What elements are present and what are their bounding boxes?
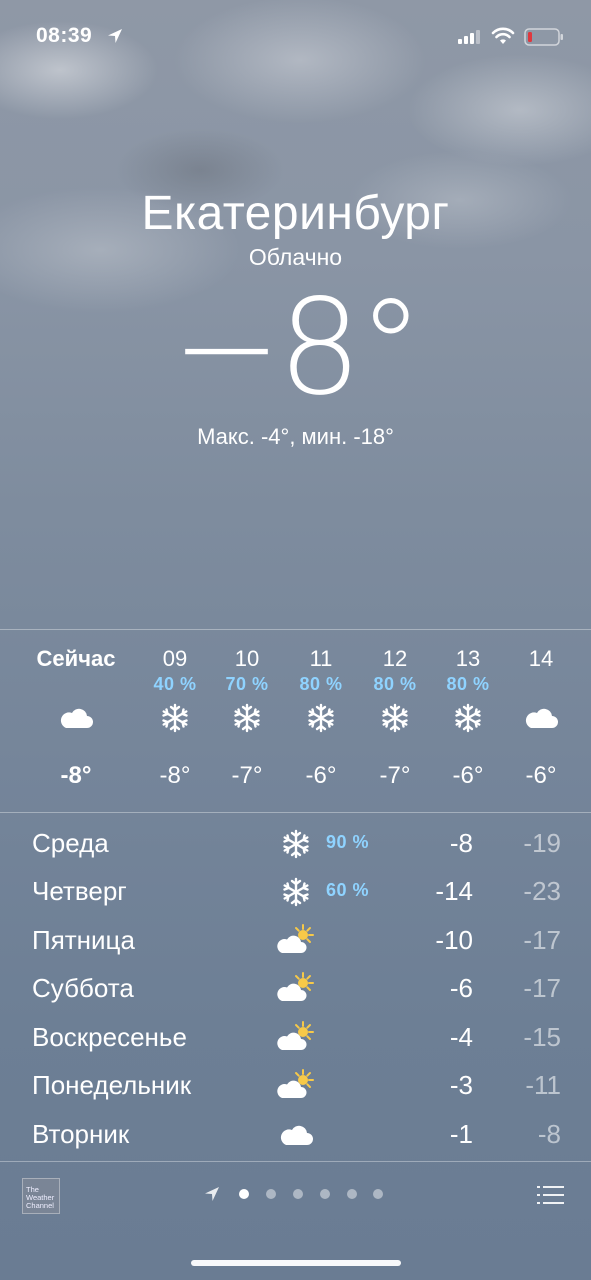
location-arrow-icon bbox=[108, 29, 122, 43]
day-name: Пятница bbox=[32, 925, 135, 955]
day-min-temp: -19 bbox=[523, 828, 561, 858]
snowflake-icon bbox=[234, 703, 260, 733]
day-name: Вторник bbox=[32, 1119, 130, 1149]
wifi-icon bbox=[491, 27, 515, 44]
status-time: 08:39 bbox=[36, 24, 93, 47]
snowflake-icon bbox=[162, 703, 188, 733]
day-max-temp: -10 bbox=[435, 925, 473, 955]
partly-sunny-icon bbox=[277, 1021, 314, 1050]
location-arrow-icon bbox=[205, 1187, 219, 1201]
page-dot[interactable] bbox=[320, 1189, 330, 1199]
hour-temp: -6° bbox=[525, 762, 557, 789]
day-max-temp: -8 bbox=[449, 828, 473, 858]
battery-low-icon bbox=[524, 28, 563, 46]
city-name: Екатеринбург bbox=[141, 187, 450, 240]
daily-row: Вторник -1 -8 bbox=[0, 1111, 591, 1159]
divider bbox=[0, 812, 591, 813]
day-max-temp: -3 bbox=[449, 1070, 473, 1100]
snowflake-icon bbox=[455, 703, 481, 733]
day-name: Среда bbox=[32, 828, 109, 858]
hour-label: Сейчас bbox=[36, 646, 116, 671]
day-min-temp: -11 bbox=[525, 1070, 561, 1100]
day-min-temp: -23 bbox=[523, 876, 561, 906]
current-temperature: −8° bbox=[171, 271, 424, 425]
snowflake-icon bbox=[283, 829, 309, 859]
snowflake-icon bbox=[308, 703, 334, 733]
daily-row: Среда 90 % -8 -19 bbox=[0, 820, 591, 868]
day-max-temp: -1 bbox=[449, 1119, 473, 1149]
day-max-temp: -14 bbox=[435, 876, 473, 906]
day-min-temp: -15 bbox=[523, 1022, 561, 1052]
home-indicator[interactable] bbox=[191, 1260, 401, 1266]
partly-sunny-icon bbox=[277, 924, 314, 953]
day-min-temp: -17 bbox=[523, 925, 561, 955]
hour-label: 14 bbox=[528, 646, 554, 671]
hourly-forecast[interactable]: Сейчас -8° 09 40 % -8° 10 70 % -7° 11 80… bbox=[0, 630, 591, 812]
page-dot[interactable] bbox=[347, 1189, 357, 1199]
day-name: Понедельник bbox=[32, 1070, 192, 1100]
page-dot[interactable] bbox=[239, 1189, 249, 1199]
day-max-temp: -4 bbox=[449, 1022, 473, 1052]
cloud-icon bbox=[525, 708, 558, 728]
day-min-temp: -17 bbox=[523, 973, 561, 1003]
snowflake-icon bbox=[283, 877, 309, 907]
day-precip: 60 % bbox=[326, 880, 370, 900]
divider bbox=[0, 1161, 591, 1162]
day-name: Суббота bbox=[32, 973, 134, 1003]
hour-temp: -8° bbox=[60, 762, 92, 789]
daily-row: Четверг 60 % -14 -23 bbox=[0, 868, 591, 916]
day-name: Воскресенье bbox=[32, 1022, 187, 1052]
hour-item: Сейчас -8° bbox=[26, 630, 126, 812]
day-min-temp: -8 bbox=[537, 1119, 561, 1149]
twc-logo-icon[interactable]: The Weather Channel bbox=[22, 1178, 60, 1214]
daily-row: Воскресенье -4 -15 bbox=[0, 1014, 591, 1062]
twc-logo-text: The Weather Channel bbox=[26, 1185, 55, 1210]
page-dot[interactable] bbox=[373, 1189, 383, 1199]
day-precip: 90 % bbox=[326, 832, 370, 852]
day-max-temp: -6 bbox=[449, 973, 473, 1003]
hi-lo-temperature: Макс. -4°, мин. -18° bbox=[197, 424, 394, 449]
page-dot[interactable] bbox=[293, 1189, 303, 1199]
page-dot[interactable] bbox=[266, 1189, 276, 1199]
partly-sunny-icon bbox=[277, 972, 314, 1001]
daily-row: Пятница -10 -17 bbox=[0, 917, 591, 965]
cloud-icon bbox=[280, 1125, 313, 1145]
cloud-icon bbox=[60, 708, 93, 728]
daily-row: Суббота -6 -17 bbox=[0, 965, 591, 1013]
snowflake-icon bbox=[382, 703, 408, 733]
daily-row: Понедельник -3 -11 bbox=[0, 1062, 591, 1110]
status-bar: 08:39 bbox=[0, 24, 591, 54]
signal-icon bbox=[458, 30, 480, 44]
current-condition: Облачно bbox=[248, 244, 343, 270]
partly-sunny-icon bbox=[277, 1069, 314, 1098]
page-indicator[interactable] bbox=[204, 1186, 394, 1202]
list-icon[interactable] bbox=[537, 1184, 565, 1206]
day-name: Четверг bbox=[32, 876, 127, 906]
hour-item: 14 -6° bbox=[491, 630, 591, 812]
